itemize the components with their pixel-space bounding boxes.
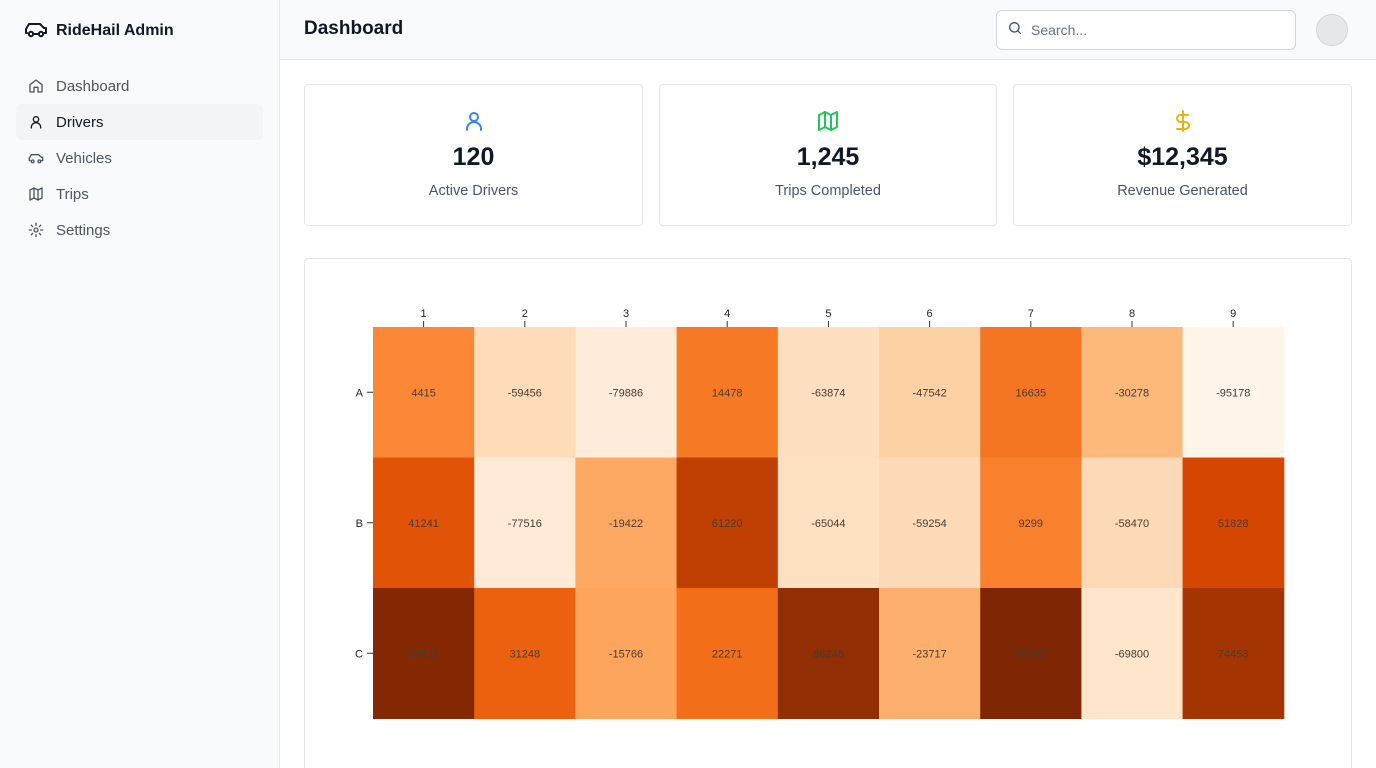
heatmap-cell-label: -58470 (1115, 518, 1149, 530)
heatmap-cell-label: 51828 (1218, 518, 1249, 530)
stat-label: Revenue Generated (1117, 183, 1248, 199)
x-tick-label: 9 (1230, 308, 1236, 320)
heatmap-cell-label: 22271 (712, 648, 743, 660)
x-tick-label: 4 (724, 308, 730, 320)
heatmap-cell-label: -95178 (1216, 387, 1250, 399)
search-input[interactable] (1031, 22, 1281, 38)
heatmap-cell-label: -65044 (811, 518, 845, 530)
sidebar-item-label: Dashboard (56, 77, 130, 95)
app-name: RideHail Admin (56, 22, 174, 39)
heatmap-cell-label: -59254 (912, 518, 946, 530)
stat-card-trips: 1,245 Trips Completed (659, 84, 997, 226)
sidebar-item-vehicles[interactable]: Vehicles (16, 140, 263, 176)
y-tick-label: A (356, 387, 364, 399)
sidebar-item-label: Vehicles (56, 149, 112, 167)
stat-value: 1,245 (796, 143, 860, 171)
sidebar-item-label: Trips (56, 185, 89, 203)
user-icon (28, 114, 44, 130)
gear-icon (28, 222, 44, 238)
heatmap-cell-label: 74453 (1218, 648, 1249, 660)
heatmap-chart: 4415 -59456 -79886 14478 -63874 -47542 16635 -3… (355, 308, 1285, 719)
heatmap-cell-label: 31248 (510, 648, 541, 660)
heatmap-cell-label: -59456 (508, 387, 542, 399)
sidebar-item-label: Drivers (56, 113, 104, 131)
heatmap-cell-label: -30278 (1115, 387, 1149, 399)
heatmap-cell-label: 94426 (408, 648, 439, 660)
stat-card-drivers: 120 Active Drivers (304, 84, 643, 226)
heatmap-panel: 4415 -59456 -79886 14478 -63874 -47542 16635 -3… (304, 258, 1352, 768)
heatmap-cell-label: -69800 (1115, 648, 1149, 660)
sidebar-item-trips[interactable]: Trips (16, 176, 263, 212)
stat-value: 120 (452, 143, 495, 171)
search-icon (1007, 20, 1023, 41)
heatmap-cell-label: -77516 (508, 518, 542, 530)
heatmap-cell-label: 97595 (1016, 648, 1047, 660)
sidebar-nav: Dashboard Drivers Vehicles Trips Setting… (16, 68, 263, 248)
heatmap-cell-label: 4415 (411, 387, 435, 399)
y-tick-label: C (355, 648, 363, 660)
heatmap-cell-label: 16635 (1016, 387, 1047, 399)
x-tick-label: 8 (1129, 308, 1135, 320)
x-tick-label: 6 (927, 308, 933, 320)
x-tick-label: 7 (1028, 308, 1034, 320)
map-icon (660, 109, 996, 135)
sidebar-item-settings[interactable]: Settings (16, 212, 263, 248)
stat-label: Trips Completed (775, 183, 881, 199)
heatmap-cell-label: 9299 (1019, 518, 1043, 530)
y-tick-label: B (356, 518, 363, 530)
car-icon (28, 150, 44, 166)
topbar: Dashboard (280, 0, 1376, 60)
map-icon (28, 186, 44, 202)
page-title: Dashboard (304, 18, 404, 39)
stat-card-revenue: $12,345 Revenue Generated (1013, 84, 1352, 226)
heatmap-cell-label: 14478 (712, 387, 743, 399)
dollar-icon (1014, 109, 1351, 135)
heatmap-cell-label: -47542 (912, 387, 946, 399)
heatmap-cell-label: -63874 (811, 387, 845, 399)
sidebar-item-dashboard[interactable]: Dashboard (16, 68, 263, 104)
brand[interactable]: RideHail Admin (24, 19, 174, 43)
heatmap-cell-label: 41241 (408, 518, 439, 530)
heatmap-cell-label: 61220 (712, 518, 743, 530)
stat-label: Active Drivers (428, 183, 519, 199)
heatmap-cell-label: -79886 (609, 387, 643, 399)
heatmap-cell-label: -15766 (609, 648, 643, 660)
sidebar: RideHail Admin Dashboard Drivers Vehicle… (0, 0, 280, 768)
heatmap-cell-label: -19422 (609, 518, 643, 530)
sidebar-item-label: Settings (56, 221, 111, 239)
x-tick-label: 5 (825, 308, 831, 320)
avatar[interactable] (1316, 14, 1348, 46)
heatmap-cell-label: -23717 (912, 648, 946, 660)
x-tick-label: 3 (623, 308, 629, 320)
stat-value: $12,345 (1137, 143, 1228, 171)
x-tick-label: 2 (522, 308, 528, 320)
car-icon (24, 20, 48, 43)
sidebar-item-drivers[interactable]: Drivers (16, 104, 263, 140)
heatmap-cell-label: 86246 (813, 648, 844, 660)
user-icon (305, 109, 642, 135)
home-icon (28, 78, 44, 94)
search-box[interactable] (996, 10, 1296, 50)
x-tick-label: 1 (421, 308, 427, 320)
